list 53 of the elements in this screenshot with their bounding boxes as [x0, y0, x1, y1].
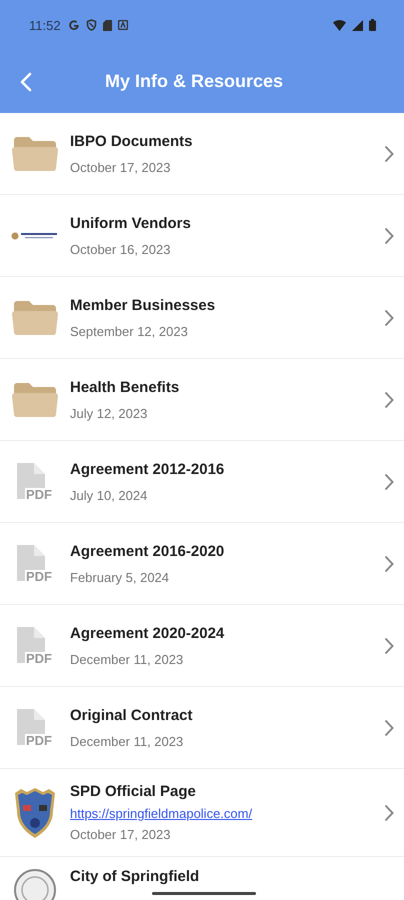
item-date: February 5, 2024 — [70, 570, 170, 584]
shield-icon — [86, 19, 97, 31]
website-link[interactable]: https://springfieldmapolice.com/ — [70, 806, 384, 821]
item-title: Agreement 2020-2024 — [70, 624, 226, 642]
chevron-right-icon — [384, 718, 394, 736]
item-title: Health Benefits — [70, 378, 180, 396]
item-date: October 16, 2023 — [70, 242, 172, 256]
item-date: July 12, 2023 — [70, 406, 148, 420]
wifi-icon — [333, 20, 346, 30]
chevron-right-icon — [384, 804, 394, 822]
sim-card-icon — [102, 20, 112, 30]
item-title: Member Businesses — [70, 296, 216, 314]
list-item[interactable]: PDF Agreement 2012-2016 July 10, 2024 — [0, 441, 404, 523]
back-icon — [20, 72, 32, 92]
chevron-right-icon — [384, 636, 394, 654]
item-title: Agreement 2012-2016 — [70, 460, 226, 478]
item-date: September 12, 2023 — [70, 324, 189, 338]
list-item[interactable]: PDF Agreement 2016-2020 February 5, 2024 — [0, 523, 404, 605]
police-badge-icon — [13, 786, 57, 838]
list-item[interactable]: PDF Original Contract December 11, 2023 — [0, 687, 404, 769]
battery-icon — [369, 19, 376, 31]
item-title: SPD Official Page — [70, 783, 197, 800]
chevron-right-icon — [384, 308, 394, 326]
screen-title: My Info & Resources — [104, 71, 284, 92]
list-item[interactable]: IBPO Documents October 17, 2023 — [0, 113, 404, 195]
list-item[interactable]: Health Benefits July 12, 2023 — [0, 359, 404, 441]
item-date: October 17, 2023 — [70, 827, 172, 842]
item-title: Agreement 2016-2020 — [70, 542, 226, 560]
vendor-logo-icon — [11, 230, 59, 240]
status-time: 11:52 — [29, 18, 61, 32]
chevron-right-icon — [384, 226, 394, 244]
chevron-right-icon — [384, 390, 394, 408]
folder-icon — [12, 300, 58, 336]
folder-icon — [12, 136, 58, 172]
item-title: Uniform Vendors — [70, 214, 192, 232]
chevron-right-icon — [384, 554, 394, 572]
chevron-right-icon — [384, 144, 394, 162]
item-title: IBPO Documents — [70, 132, 194, 150]
item-date: December 11, 2023 — [70, 652, 184, 666]
list-item[interactable]: PDF Agreement 2020-2024 December 11, 2023 — [0, 605, 404, 687]
list-item[interactable]: SPD Official Page https://springfieldmapolice.com/ October 17, 2023 — [0, 769, 404, 857]
item-date: July 10, 2024 — [70, 488, 148, 502]
folder-icon — [12, 382, 58, 418]
item-date: October 17, 2023 — [70, 160, 172, 174]
signal-icon — [352, 20, 363, 30]
city-seal-icon — [13, 868, 57, 900]
item-title: Original Contract — [70, 706, 194, 724]
list-item[interactable]: Uniform Vendors October 16, 2023 — [0, 195, 404, 277]
list-item[interactable]: Member Businesses September 12, 2023 — [0, 277, 404, 359]
google-icon — [68, 19, 80, 31]
item-date: December 11, 2023 — [70, 734, 184, 748]
chevron-right-icon — [384, 472, 394, 490]
item-title: City of Springfield — [70, 868, 200, 885]
